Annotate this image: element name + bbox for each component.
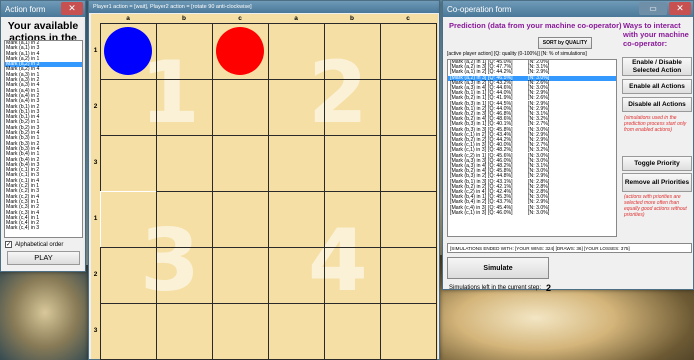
remove-all-priorities-button[interactable]: Remove all Priorities bbox=[622, 173, 692, 192]
board-cell[interactable] bbox=[268, 79, 325, 136]
row-header: 3 bbox=[93, 327, 98, 334]
minimize-icon[interactable]: ▭ bbox=[639, 2, 667, 15]
coop-form-titlebar: Co-operation form ▭ ✕ bbox=[443, 1, 693, 17]
row-header: 3 bbox=[93, 159, 98, 166]
prediction-list[interactable]: [Mark (a,2) in 1] [Q: 45.0%] [N: 2.0%] [Mar… bbox=[447, 59, 617, 237]
board-cell[interactable] bbox=[100, 79, 157, 136]
game-board[interactable]: abcabc1231231234 bbox=[91, 14, 438, 360]
ways-heading: Ways to interact with your machine co-op… bbox=[623, 21, 689, 48]
column-header: c bbox=[238, 15, 242, 22]
board-cell[interactable] bbox=[324, 23, 381, 80]
column-header: a bbox=[126, 15, 130, 22]
checkbox-check-icon[interactable]: ✓ bbox=[5, 241, 12, 248]
game-piece[interactable] bbox=[104, 27, 152, 75]
row-header: 2 bbox=[93, 103, 98, 110]
board-cell[interactable] bbox=[212, 247, 269, 304]
board-cell[interactable] bbox=[156, 247, 213, 304]
list-item[interactable]: Mark (c,4) in 3 bbox=[5, 226, 82, 232]
board-cell[interactable] bbox=[268, 135, 325, 192]
prediction-action: [Mark (c,1) in 3] bbox=[450, 209, 487, 216]
board-cell[interactable] bbox=[268, 191, 325, 248]
board-cell[interactable] bbox=[380, 135, 437, 192]
prediction-row[interactable]: [Mark (c,1) in 3] [Q: 46.0%] [N: 3.0%] bbox=[448, 209, 616, 216]
board-cell[interactable] bbox=[324, 79, 381, 136]
column-header: c bbox=[406, 15, 410, 22]
board-cell[interactable] bbox=[324, 191, 381, 248]
game-piece[interactable] bbox=[216, 27, 264, 75]
board-cell[interactable] bbox=[100, 191, 157, 248]
board-cell[interactable] bbox=[380, 79, 437, 136]
simulations-note: (simulations used in the prediction proc… bbox=[624, 115, 687, 133]
prediction-quality: [Q: 46.0%] bbox=[488, 209, 513, 216]
board-cell[interactable] bbox=[380, 191, 437, 248]
enable-all-actions-button[interactable]: Enable all Actions bbox=[622, 79, 692, 94]
board-cell[interactable] bbox=[380, 23, 437, 80]
board-cell[interactable] bbox=[212, 191, 269, 248]
prediction-columns-legend: [active player action] [Q: quality (0-10… bbox=[447, 51, 587, 57]
simulations-left: Simulations left in the current step: 2 bbox=[449, 283, 551, 293]
simulate-button[interactable]: Simulate bbox=[447, 257, 549, 279]
board-cell[interactable] bbox=[212, 135, 269, 192]
board-cell[interactable] bbox=[324, 247, 381, 304]
coop-form-window: Co-operation form ▭ ✕ Prediction (data f… bbox=[442, 0, 694, 293]
board-cell[interactable] bbox=[156, 191, 213, 248]
board-cell[interactable] bbox=[156, 79, 213, 136]
sort-by-quality-button[interactable]: SORT by QUALITY bbox=[538, 37, 592, 49]
close-icon[interactable]: ✕ bbox=[669, 2, 691, 15]
board-cell[interactable] bbox=[100, 135, 157, 192]
board-cell[interactable] bbox=[268, 303, 325, 360]
alphabetical-order-label: Alphabetical order bbox=[15, 241, 64, 248]
column-header: b bbox=[182, 15, 186, 22]
row-header: 1 bbox=[93, 215, 98, 222]
board-cell[interactable] bbox=[380, 247, 437, 304]
alphabetical-order-checkbox[interactable]: ✓ Alphabetical order bbox=[5, 241, 63, 248]
board-cell[interactable] bbox=[212, 79, 269, 136]
board-cell[interactable] bbox=[156, 135, 213, 192]
board-cell[interactable] bbox=[324, 303, 381, 360]
simulation-summary: [SIMULATIONS ENDED WITH: [YOUR WINS: 324… bbox=[447, 243, 692, 253]
prediction-heading: Prediction (data from your machine co-op… bbox=[449, 21, 622, 30]
board-cell[interactable] bbox=[212, 303, 269, 360]
simulations-left-label: Simulations left in the current step: bbox=[449, 285, 542, 291]
close-icon[interactable]: ✕ bbox=[61, 2, 83, 15]
toggle-priority-button[interactable]: Toggle Priority bbox=[622, 156, 692, 171]
play-button[interactable]: PLAY bbox=[7, 251, 80, 265]
window-title: Co-operation form bbox=[447, 4, 512, 14]
priorities-note: (actions with priorities are selected mo… bbox=[624, 194, 687, 218]
board-cell[interactable] bbox=[100, 303, 157, 360]
enable-disable-selected-button[interactable]: Enable / Disable Selected Action bbox=[622, 57, 692, 76]
board-cell[interactable] bbox=[324, 135, 381, 192]
column-header: b bbox=[350, 15, 354, 22]
row-header: 2 bbox=[93, 271, 98, 278]
board-cell[interactable] bbox=[268, 23, 325, 80]
column-header: a bbox=[294, 15, 298, 22]
board-window-title: Player1 action = [wait], Player2 action … bbox=[89, 1, 439, 13]
disable-all-actions-button[interactable]: Disable all Actions bbox=[622, 97, 692, 112]
prediction-simulations: [N: 3.0%] bbox=[528, 209, 550, 216]
board-cell[interactable] bbox=[380, 303, 437, 360]
board-cell[interactable] bbox=[156, 23, 213, 80]
actions-list[interactable]: Mark (a,1) in 2 Mark (a,1) in 3 Mark (a,1)… bbox=[4, 40, 83, 238]
window-title: Action form bbox=[5, 4, 46, 14]
desktop-wallpaper-glow-left bbox=[0, 265, 90, 360]
simulations-left-value: 2 bbox=[546, 283, 552, 293]
row-header: 1 bbox=[93, 47, 98, 54]
board-cell[interactable] bbox=[100, 247, 157, 304]
action-form-window: Action form ✕ Your available actions in … bbox=[0, 0, 86, 272]
board-cell[interactable] bbox=[156, 303, 213, 360]
board-cell[interactable] bbox=[268, 247, 325, 304]
action-form-titlebar: Action form ✕ bbox=[1, 1, 85, 17]
board-window: Player1 action = [wait], Player2 action … bbox=[88, 0, 440, 360]
